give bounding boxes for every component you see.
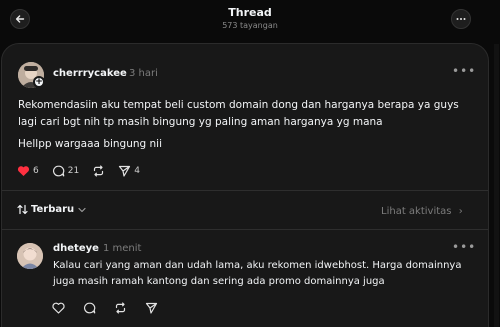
top-bar: Thread 573 tayangan [0,0,500,40]
more-horizontal-icon [456,18,466,20]
reply-share-button[interactable] [145,302,158,314]
reply-avatar[interactable] [17,243,43,269]
send-icon [145,302,158,314]
page-title: Thread [228,6,272,19]
post-timestamp: 3 hari [129,68,158,79]
reply-more-icon[interactable]: ••• [452,240,476,254]
share-button[interactable]: 4 [118,165,140,177]
scrollbar[interactable] [494,44,499,327]
header-title-group: Thread 573 tayangan [0,6,500,31]
comment-button[interactable]: 21 [52,165,79,177]
sort-label: Terbaru [31,204,75,215]
comment-icon [84,302,96,314]
view-activity-label: Lihat aktivitas [381,206,452,217]
view-count: 573 tayangan [222,21,278,30]
comment-icon [52,165,65,177]
sort-dropdown[interactable]: Terbaru [17,204,86,215]
heart-icon [17,166,30,176]
repost-icon [94,165,104,177]
reply-body: Kalau cari yang aman dan udah lama, aku … [53,260,462,287]
send-icon [119,165,131,177]
sort-arrows-icon [17,204,28,215]
more-options-button[interactable] [451,9,471,29]
post-username[interactable]: cherrrycakee [53,68,127,79]
comment-count: 21 [67,166,80,176]
like-count: 6 [33,166,39,176]
chevron-down-icon [78,207,86,212]
reply-repost-button[interactable] [114,302,127,314]
share-count: 4 [134,166,140,176]
divider [2,229,488,230]
like-button[interactable]: 6 [17,165,39,177]
view-activity-link[interactable]: Lihat aktivitas › [381,206,463,217]
post-more-icon[interactable]: ••• [452,64,476,78]
reply-comment-button[interactable] [83,302,96,314]
repost-icon [115,302,126,314]
post-body: Rekomendasiin aku tempat beli custom dom… [18,99,459,128]
post-body-secondary: Hellpp wargaaa bingung nii [18,138,163,150]
reply-like-button[interactable] [52,302,65,314]
reply-timestamp: 1 menit [103,243,142,254]
chevron-right-icon: › [458,206,463,217]
divider [2,190,488,191]
reply-actions [52,302,176,314]
repost-button[interactable] [92,165,105,177]
reply-username[interactable]: dheteye [53,243,99,254]
heart-icon [52,302,65,314]
follow-plus-icon[interactable]: + [33,76,45,88]
post-actions: 6 21 4 [17,165,153,177]
